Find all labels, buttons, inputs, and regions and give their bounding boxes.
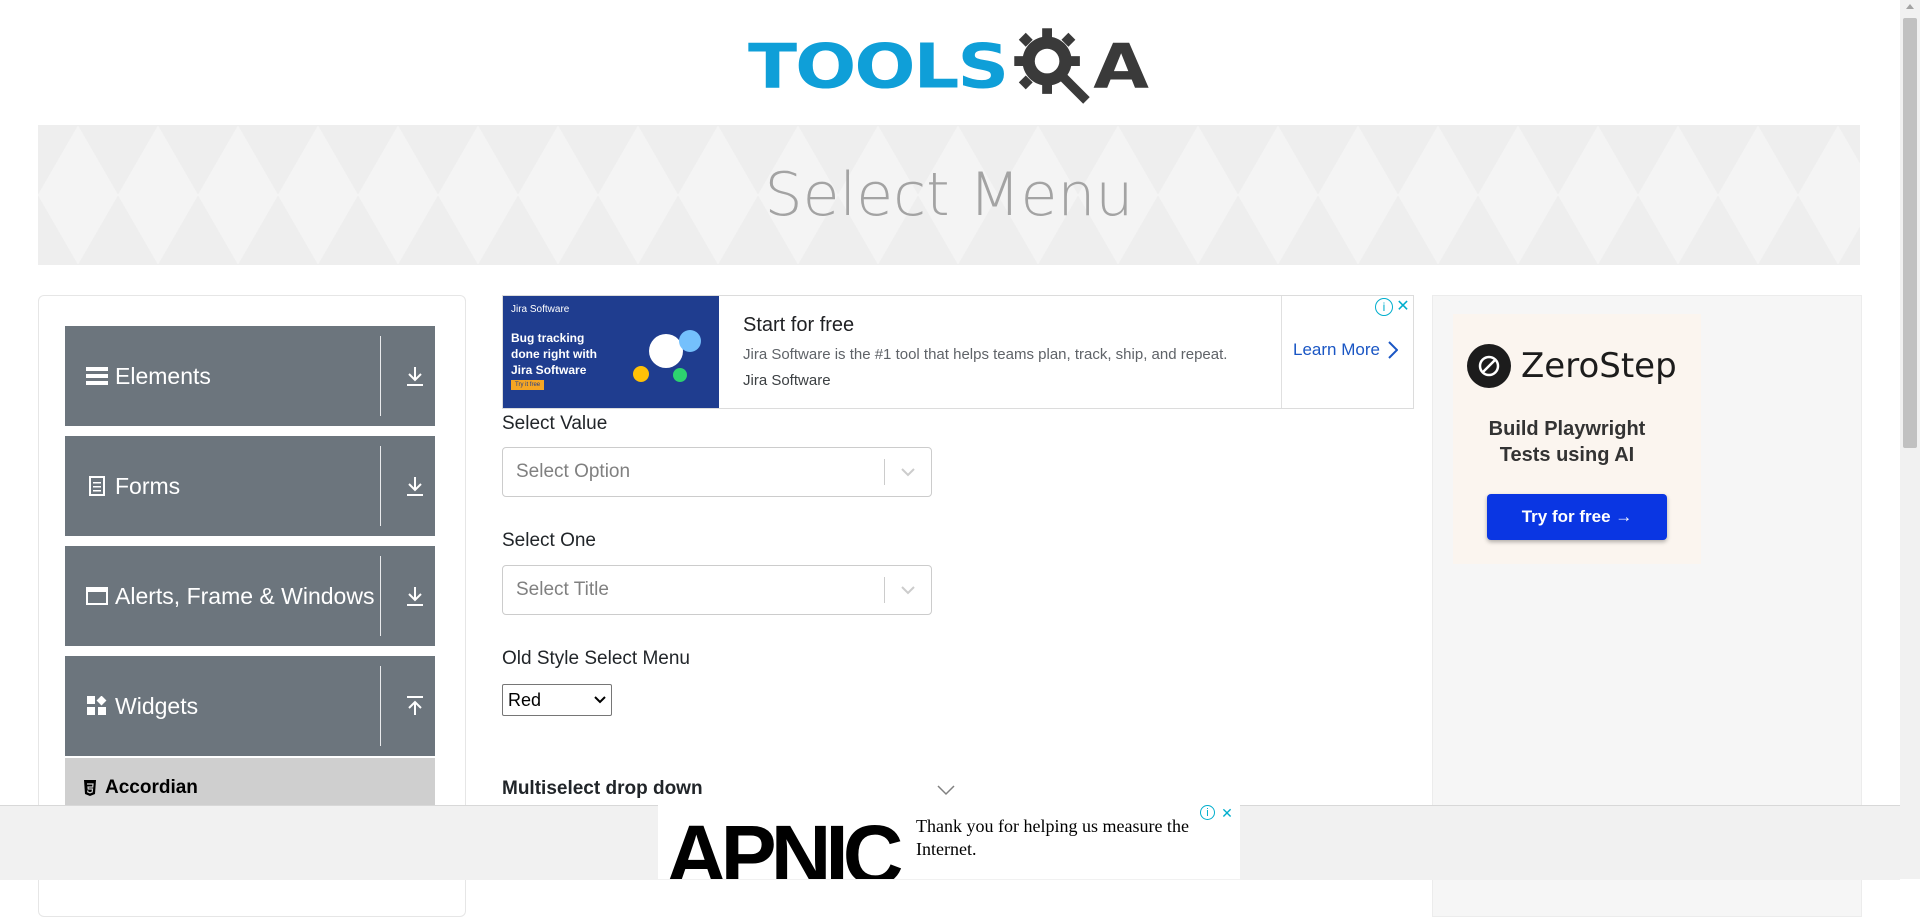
info-icon[interactable]: i [1200, 805, 1215, 820]
ad-graphic [633, 366, 649, 382]
window-icon [85, 584, 109, 608]
select-value-label: Select Value [502, 413, 608, 434]
html5-icon [84, 780, 96, 796]
ad-graphic [679, 330, 701, 352]
sidebar-group-label: Elements [115, 362, 211, 389]
chevron-down-icon[interactable] [885, 467, 931, 477]
learn-more-link[interactable]: Learn More [1293, 340, 1398, 360]
sidebar-group-alerts-frame-windows[interactable]: Alerts, Frame & Windows [65, 546, 435, 646]
page-banner: Select Menu [38, 125, 1860, 265]
logo-text-tools: TOOLS [748, 30, 1009, 102]
try-for-free-button[interactable]: Try for free → [1487, 494, 1667, 540]
old-style-select-value: Red [508, 689, 542, 710]
old-style-select-label: Old Style Select Menu [502, 648, 690, 669]
select-value-dropdown[interactable]: Select Option [502, 447, 932, 497]
sidebar-group-label: Alerts, Frame & Windows [115, 582, 375, 609]
ad-graphic [673, 368, 687, 382]
zerostep-logo: ZeroStep [1467, 344, 1677, 388]
sidebar-group-elements[interactable]: Elements [65, 326, 435, 426]
ad-image-brand: Jira Software [511, 304, 570, 315]
info-icon[interactable]: i [1375, 298, 1393, 316]
select-one-placeholder: Select Title [516, 579, 609, 600]
download-icon[interactable] [403, 584, 427, 608]
toolsqa-logo[interactable]: TOOLS A [748, 18, 1149, 114]
zerostep-brand: ZeroStep [1521, 346, 1677, 386]
chevron-down-icon [589, 696, 611, 704]
ad-image-cta: Try it free [511, 380, 545, 390]
sidebar-group-forms[interactable]: Forms [65, 436, 435, 536]
ad-body: Jira Software is the #1 tool that helps … [743, 346, 1228, 363]
download-icon[interactable] [403, 364, 427, 388]
select-one-label: Select One [502, 530, 596, 551]
top-advertisement[interactable]: Jira Software Bug tracking done right wi… [502, 295, 1414, 409]
document-icon [85, 474, 109, 498]
group-separator [380, 556, 381, 636]
chevron-down-icon[interactable] [936, 784, 956, 796]
scrollbar-thumb[interactable] [1903, 18, 1917, 448]
bottom-ad-choices: i ✕ [1200, 805, 1235, 821]
select-value-placeholder: Select Option [516, 461, 631, 482]
zerostep-logo-icon [1467, 344, 1511, 388]
sidebar-group-label: Forms [115, 472, 181, 499]
ad-graphic [649, 334, 683, 368]
close-icon[interactable]: ✕ [1395, 298, 1411, 315]
grid-icon [85, 694, 109, 718]
multiselect-label: Multiselect drop down [502, 778, 703, 799]
ad-source: Jira Software [743, 372, 831, 389]
ad-image-tagline: Bug tracking done right with Jira Softwa… [511, 331, 597, 377]
group-separator [380, 336, 381, 416]
chevron-down-icon[interactable] [885, 585, 931, 595]
group-separator [380, 446, 381, 526]
gear-magnifier-icon [1014, 28, 1090, 104]
chevron-right-icon [1388, 341, 1398, 359]
bars-icon [85, 364, 109, 388]
sidebar-group-widgets[interactable]: Widgets [65, 656, 435, 756]
ad-headline[interactable]: Start for free [743, 314, 854, 337]
upload-icon[interactable] [403, 694, 427, 718]
page-title: Select Menu [764, 160, 1134, 230]
scroll-up-arrow-icon[interactable] [1906, 4, 1914, 9]
zerostep-tagline: Build Playwright Tests using AI [1488, 418, 1646, 466]
ad-image[interactable]: Jira Software Bug tracking done right wi… [503, 296, 719, 408]
logo-text-a: A [1093, 30, 1149, 102]
select-one-dropdown[interactable]: Select Title [502, 565, 932, 615]
vertical-scrollbar[interactable] [1900, 0, 1920, 879]
bottom-ad-text: Thank you for helping us measure the Int… [916, 816, 1189, 859]
learn-more-label: Learn More [1293, 340, 1380, 359]
download-icon[interactable] [403, 474, 427, 498]
bottom-advertisement[interactable]: APNIC Thank you for helping us measure t… [658, 805, 1240, 879]
ad-choices: i ✕ [1375, 298, 1411, 316]
apnic-logo: APNIC [666, 808, 903, 879]
group-separator [380, 666, 381, 746]
close-icon[interactable]: ✕ [1219, 805, 1235, 821]
old-style-select[interactable]: Red [502, 684, 612, 716]
sidebar-item-label: Accordian [105, 777, 198, 798]
sidebar-group-label: Widgets [115, 692, 199, 719]
ad-divider [1281, 296, 1282, 408]
